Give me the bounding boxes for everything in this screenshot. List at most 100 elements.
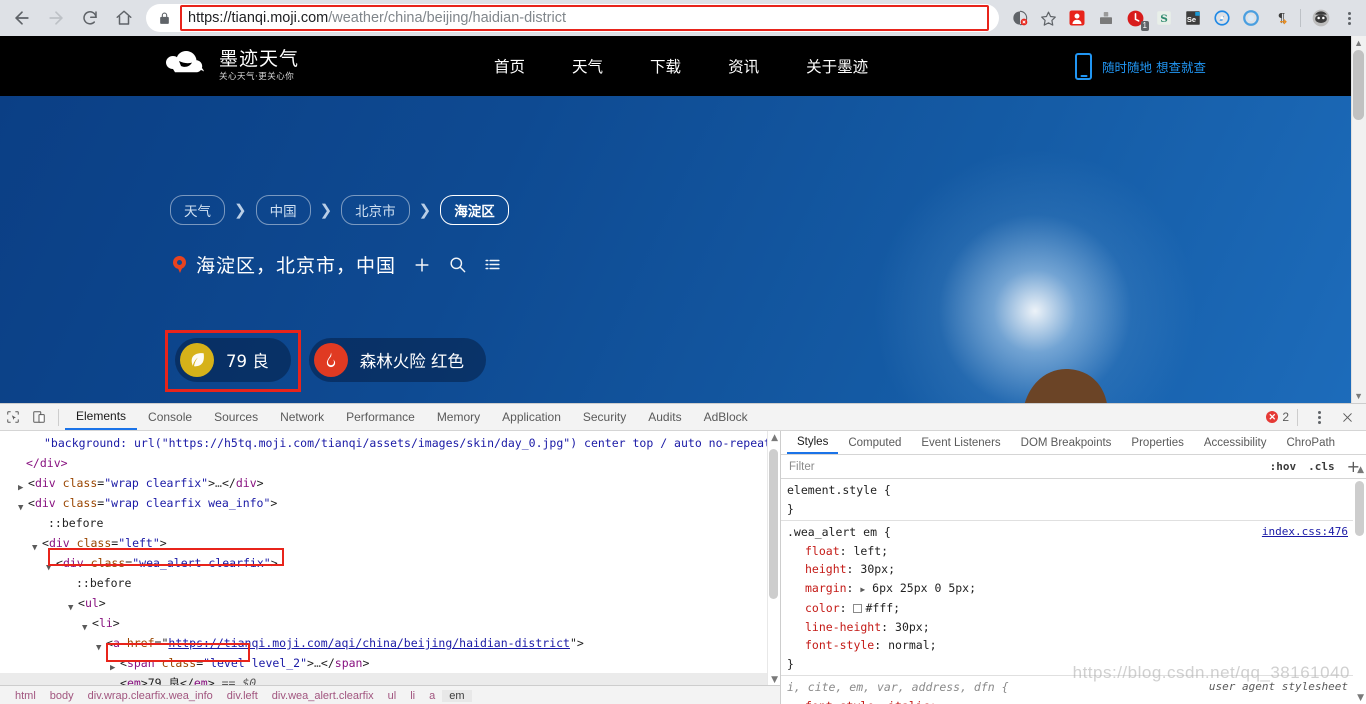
scroll-down-arrow-icon[interactable]: ▼ (1354, 391, 1363, 401)
dom-a-href[interactable]: https://tianqi.moji.com/aqi/china/beijin… (168, 636, 570, 650)
scroll-up-arrow-icon[interactable]: ▲ (1354, 38, 1363, 48)
nav-download[interactable]: 下载 (650, 55, 681, 77)
elements-scrollbar-thumb[interactable] (769, 449, 778, 599)
el-crumb-li[interactable]: li (403, 690, 422, 702)
css-declaration-line-height[interactable]: line-height: 30px; (781, 618, 1366, 637)
scroll-down-arrow-icon[interactable]: ▼ (771, 675, 778, 685)
css-selector[interactable]: element.style { (781, 481, 1366, 500)
list-icon[interactable] (483, 255, 502, 274)
dom-row[interactable]: ::before (0, 513, 780, 533)
tab-performance[interactable]: Performance (335, 404, 426, 430)
scroll-up-arrow-icon[interactable]: ▲ (771, 433, 778, 443)
tab-event-listeners[interactable]: Event Listeners (911, 431, 1010, 454)
nav-weather[interactable]: 天气 (572, 55, 603, 77)
scroll-up-arrow-icon[interactable]: ▲ (1357, 465, 1364, 475)
dom-row[interactable]: ▼ <a href="https://tianqi.moji.com/aqi/ch… (0, 633, 780, 653)
avatar[interactable] (1307, 4, 1335, 32)
breadcrumb-item-haidian[interactable]: 海淀区 (440, 195, 509, 225)
page-scrollbar-thumb[interactable] (1353, 50, 1364, 120)
close-icon[interactable] (1334, 404, 1360, 430)
omnibox[interactable]: https://tianqi.moji.com/weather/china/be… (146, 4, 999, 32)
app-promo[interactable]: 随时随地 想查就查 (1075, 52, 1206, 80)
fire-alert[interactable]: 森林火险 红色 (308, 338, 486, 382)
tab-properties[interactable]: Properties (1121, 431, 1193, 454)
site-logo[interactable]: 墨迹天气 关心天气·更关心你 (165, 49, 299, 83)
dom-row-wea-alert[interactable]: ▼ <div class="wea_alert clearfix"> (0, 553, 780, 573)
filter-input[interactable] (781, 455, 1264, 478)
css-declaration-font-style-overridden[interactable]: font-style: italic; (781, 697, 1366, 704)
scroll-down-arrow-icon[interactable]: ▼ (1357, 693, 1364, 703)
tab-audits[interactable]: Audits (637, 404, 692, 430)
breadcrumb-item-beijing[interactable]: 北京市 (341, 195, 410, 225)
css-declaration-margin[interactable]: margin: ▶ 6px 25px 0 5px; (781, 579, 1366, 600)
el-crumb-body[interactable]: body (43, 690, 81, 702)
url-input[interactable]: https://tianqi.moji.com/weather/china/be… (180, 5, 989, 31)
reload-button[interactable] (74, 3, 106, 33)
tab-chropath[interactable]: ChroPath (1276, 431, 1345, 454)
dom-row[interactable]: ::before (0, 573, 780, 593)
elements-scrollbar[interactable]: ▲ ▼ (767, 431, 780, 687)
extension-red-person-icon[interactable] (1063, 4, 1091, 32)
plus-icon[interactable] (412, 255, 432, 275)
el-crumb-ul[interactable]: ul (381, 690, 404, 702)
el-crumb-em[interactable]: em (442, 689, 472, 702)
tab-application[interactable]: Application (491, 404, 572, 430)
back-button[interactable] (6, 3, 38, 33)
bookmark-star-icon[interactable] (1035, 5, 1061, 31)
extension-gray-box-icon[interactable] (1092, 4, 1120, 32)
css-declaration-font-style[interactable]: font-style: normal; (781, 636, 1366, 655)
device-toolbar-icon[interactable] (26, 404, 52, 430)
color-swatch[interactable] (853, 604, 863, 613)
el-crumb-html[interactable]: html (8, 690, 43, 702)
chrome-menu-button[interactable] (1336, 4, 1362, 32)
home-button[interactable] (108, 3, 140, 33)
extension-blue-compass-icon[interactable] (1208, 4, 1236, 32)
breadcrumb-item-weather[interactable]: 天气 (170, 195, 225, 225)
css-declaration-float[interactable]: float: left; (781, 542, 1366, 561)
inspect-element-icon[interactable] (0, 404, 26, 430)
tab-console[interactable]: Console (137, 404, 203, 430)
extension-blue-ring-icon[interactable] (1237, 4, 1265, 32)
el-crumb-left[interactable]: div.left (220, 690, 265, 702)
nav-news[interactable]: 资讯 (728, 55, 759, 77)
breadcrumb-item-china[interactable]: 中国 (255, 195, 311, 225)
dom-row[interactable]: ▶ <div class="wrap clearfix">…</div> (0, 473, 780, 493)
hov-toggle[interactable]: :hov (1264, 460, 1303, 473)
styles-scrollbar[interactable]: ▲ ▼ (1353, 465, 1366, 704)
tab-accessibility[interactable]: Accessibility (1194, 431, 1277, 454)
tab-styles[interactable]: Styles (787, 431, 839, 454)
css-declaration-height[interactable]: height: 30px; (781, 560, 1366, 579)
tab-network[interactable]: Network (269, 404, 335, 430)
el-crumb-wea-alert[interactable]: div.wea_alert.clearfix (265, 690, 381, 702)
tab-dom-breakpoints[interactable]: DOM Breakpoints (1011, 431, 1122, 454)
dom-row[interactable]: ▼ <div class="wrap clearfix wea_info"> (0, 493, 780, 513)
extension-evernote-s-icon[interactable]: S (1150, 4, 1178, 32)
tab-sources[interactable]: Sources (203, 404, 269, 430)
error-count-badge[interactable]: ✕ 2 (1266, 410, 1289, 424)
forward-button[interactable] (40, 3, 72, 33)
devtools-menu-button[interactable] (1306, 403, 1332, 431)
dom-row[interactable]: ▶ <span class="level level_2">…</span> (0, 653, 780, 673)
cookie-blocked-icon[interactable] (1007, 5, 1033, 31)
el-crumb-wea-info[interactable]: div.wrap.clearfix.wea_info (81, 690, 220, 702)
aqi-alert[interactable]: 79 良 (175, 338, 291, 382)
dom-row[interactable]: ▼ <ul> (0, 593, 780, 613)
css-source-link[interactable]: index.css:476 (1262, 523, 1348, 542)
dom-row[interactable]: </div> (0, 453, 780, 473)
tab-memory[interactable]: Memory (426, 404, 491, 430)
tab-security[interactable]: Security (572, 404, 637, 430)
extension-red-circle-icon[interactable]: 1 (1121, 4, 1149, 32)
nav-about[interactable]: 关于墨迹 (806, 55, 868, 77)
styles-scrollbar-thumb[interactable] (1355, 481, 1364, 536)
dom-row[interactable]: ▼ <li> (0, 613, 780, 633)
dom-row[interactable]: "background: url("https://h5tq.moji.com/… (0, 433, 780, 453)
tab-elements[interactable]: Elements (65, 404, 138, 430)
page-scrollbar[interactable]: ▲ ▼ (1351, 36, 1366, 403)
cls-toggle[interactable]: .cls (1302, 460, 1341, 473)
tab-computed[interactable]: Computed (838, 431, 911, 454)
css-declaration-color[interactable]: color: #fff; (781, 599, 1366, 618)
extension-pilcrow-icon[interactable]: ¶ (1266, 4, 1294, 32)
search-icon[interactable] (448, 255, 467, 274)
tab-adblock[interactable]: AdBlock (693, 404, 759, 430)
dom-row[interactable]: ▼ <div class="left"> (0, 533, 780, 553)
